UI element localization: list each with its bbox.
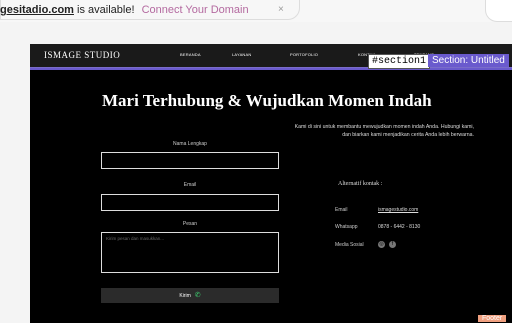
section-selector-tag: #section1 bbox=[368, 54, 431, 69]
close-icon[interactable]: × bbox=[278, 4, 284, 15]
message-label: Pesan bbox=[182, 221, 198, 227]
contact-email-key: Email bbox=[335, 207, 348, 213]
email-field[interactable] bbox=[101, 194, 279, 211]
message-field[interactable]: Kirim pesan dan masukkan... bbox=[101, 232, 279, 273]
name-label: Nama Lengkap bbox=[173, 141, 207, 147]
whatsapp-icon: ✆ bbox=[194, 292, 201, 299]
alt-contact-title: Alternatif kontak : bbox=[338, 181, 383, 187]
contact-whatsapp-value: 0878 - 6442 - 8130 bbox=[378, 224, 421, 230]
send-button[interactable]: Kirim ✆ bbox=[101, 288, 279, 303]
domain-banner-text: gesitadio.com is available! Connect Your… bbox=[0, 4, 249, 16]
nav-link-beranda[interactable]: BERANDA bbox=[180, 52, 201, 57]
nav-link-portofolio[interactable]: PORTOFOLIO bbox=[290, 52, 318, 57]
site-brand[interactable]: ISMAGE STUDIO bbox=[44, 50, 120, 60]
contact-email-link[interactable]: ismagestudio.com bbox=[378, 207, 418, 213]
facebook-icon[interactable]: f bbox=[389, 241, 396, 248]
contact-whatsapp-key: Whatsapp bbox=[335, 224, 358, 230]
contact-social-key: Media Sosial bbox=[335, 242, 364, 248]
instagram-icon[interactable]: ◎ bbox=[378, 241, 385, 248]
nav-link-layanan[interactable]: LAYANAN bbox=[232, 52, 251, 57]
section-intro-text: Kami di sini untuk membantu mewujudkan m… bbox=[294, 124, 474, 138]
footer-section-tag[interactable]: Footer bbox=[478, 315, 507, 322]
email-label: Email bbox=[183, 182, 197, 188]
section-type-label[interactable]: Section: Untitled bbox=[428, 54, 509, 67]
website-page: ISMAGE STUDIO BERANDA LAYANAN PORTOFOLIO… bbox=[30, 44, 512, 323]
toolbar-button[interactable] bbox=[485, 0, 512, 22]
send-button-label: Kirim bbox=[179, 293, 191, 299]
domain-available-text: is available! bbox=[77, 4, 135, 16]
domain-name[interactable]: gesitadio.com bbox=[0, 4, 74, 16]
section-headline: Mari Terhubung & Wujudkan Momen Indah bbox=[102, 91, 432, 110]
domain-banner: gesitadio.com is available! Connect Your… bbox=[0, 0, 512, 22]
connect-domain-link[interactable]: Connect Your Domain bbox=[142, 4, 249, 16]
name-field[interactable] bbox=[101, 152, 279, 169]
